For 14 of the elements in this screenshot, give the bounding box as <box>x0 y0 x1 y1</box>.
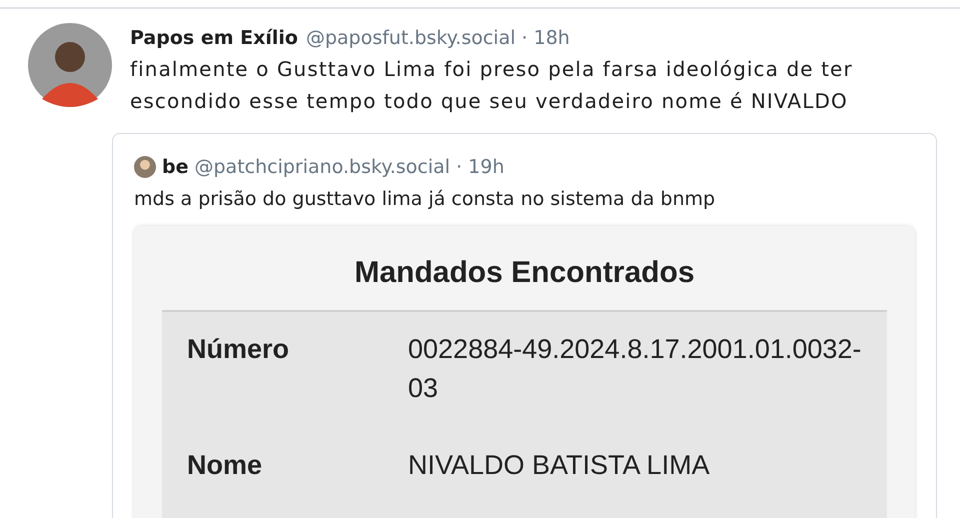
field-label: Número <box>187 333 290 366</box>
author-name[interactable]: Papos em Exílio <box>130 27 298 49</box>
avatar-icon[interactable] <box>28 23 112 107</box>
field-value: 0022884-49.2024.8.17.2001.01.0032-03 <box>408 333 862 405</box>
field-label: Nome <box>187 449 264 482</box>
author-handle[interactable]: @patchcipriano.bsky.social · 19h <box>194 156 504 178</box>
author-handle[interactable]: @paposfut.bsky.social · 18h <box>306 27 570 49</box>
field-value: NIVALDO BATISTA LIMA <box>408 449 711 482</box>
screenshot-title: Mandados Encontrados <box>353 255 696 291</box>
quote-text: mds a prisão do gusttavo lima já consta no sistema da bnmp <box>134 187 716 212</box>
post-text: finalmente o Gusttavo Lima foi preso pela farsa ideológica de ter escondido esse tempo todo que seu verdadeiro nome é NIVALDO <box>130 56 854 115</box>
quote-card[interactable]: be @patchcipriano.bsky.social · 19h mds a prisão do gusttavo lima já consta no sistema da bnmp Mandados Encontrados Número 0022884-49.2024.8.17.2001.01.0032-03 Nome NIVALDO BATISTA LIMA <box>112 133 937 518</box>
avatar-icon[interactable] <box>134 156 156 178</box>
author-name[interactable]: be <box>162 156 188 178</box>
